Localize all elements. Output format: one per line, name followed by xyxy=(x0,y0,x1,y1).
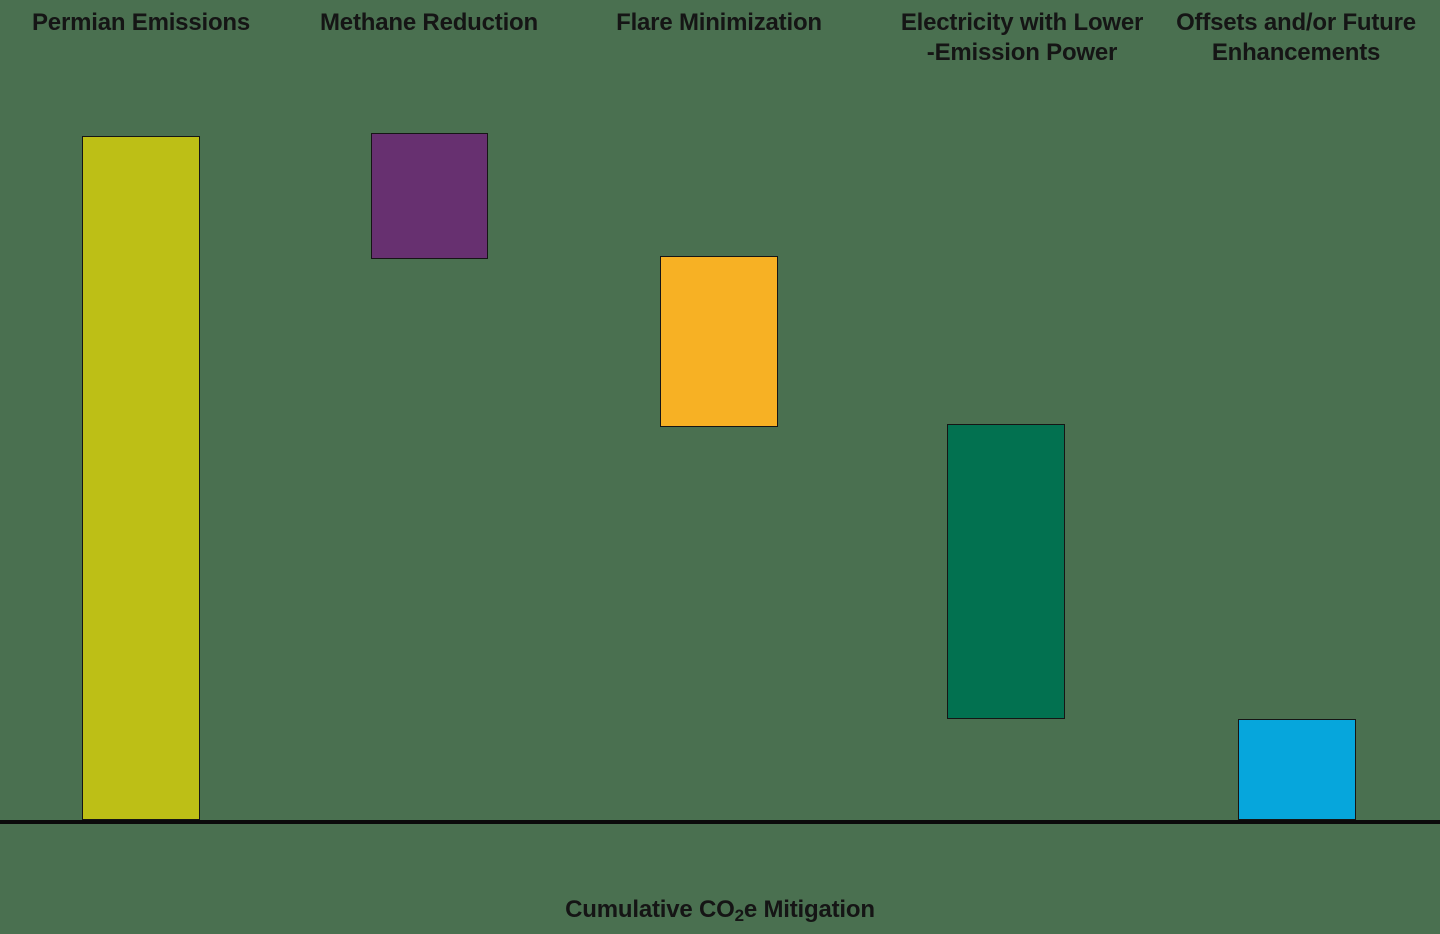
waterfall-chart: Permian Emissions Methane Reduction Flar… xyxy=(0,0,1440,934)
x-axis-title-subscript: 2 xyxy=(734,906,744,925)
bar-permian-emissions xyxy=(82,136,200,820)
x-axis-title: Cumulative CO2e Mitigation xyxy=(0,896,1440,925)
bar-offsets-future-enhancements xyxy=(1238,719,1356,820)
x-axis-title-after: e Mitigation xyxy=(743,896,875,923)
bar-flare-minimization xyxy=(660,256,778,427)
x-axis-title-before: Cumulative CO xyxy=(565,896,735,923)
plot-area xyxy=(0,0,1440,934)
bar-methane-reduction xyxy=(371,133,488,259)
bar-electricity-lower-emission-power xyxy=(947,424,1065,719)
x-axis-baseline xyxy=(0,820,1440,824)
